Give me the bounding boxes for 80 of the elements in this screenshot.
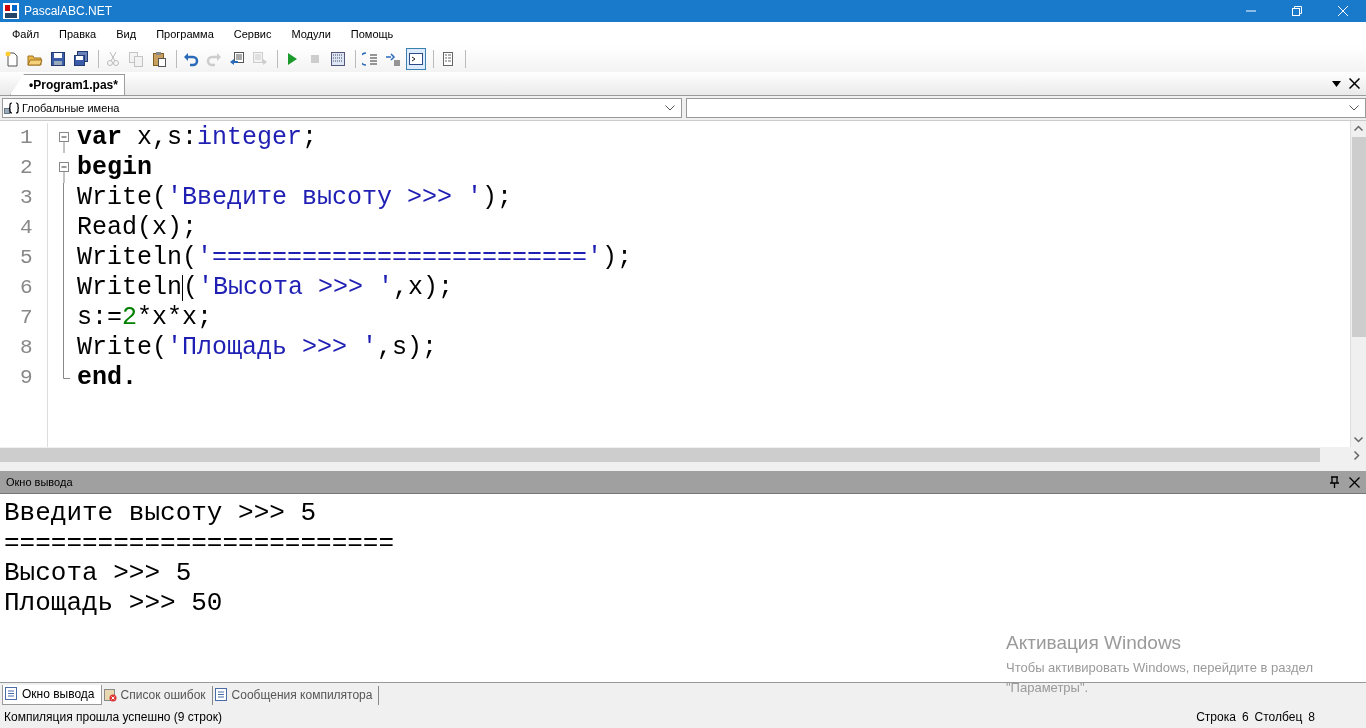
form-list-icon bbox=[440, 51, 456, 67]
undo-icon bbox=[183, 51, 199, 67]
code-line: Write('Введите высоту >>> '); bbox=[77, 183, 514, 213]
member-dropdown[interactable] bbox=[686, 98, 1366, 118]
scroll-down-icon[interactable] bbox=[1354, 437, 1363, 443]
vertical-scrollbar[interactable] bbox=[1350, 121, 1366, 447]
document-lines-icon bbox=[5, 687, 18, 701]
menu-item[interactable]: Помощь bbox=[342, 28, 402, 40]
line-number: 5 bbox=[20, 245, 34, 271]
scroll-up-icon[interactable] bbox=[1354, 125, 1363, 131]
row-label: Строка bbox=[1196, 709, 1236, 724]
menu-item[interactable]: Сервис bbox=[225, 28, 280, 40]
braces-icon bbox=[4, 101, 20, 115]
fold-end-marker bbox=[63, 363, 70, 379]
document-lines-icon bbox=[214, 688, 228, 702]
scrollbar-thumb[interactable] bbox=[1351, 137, 1366, 337]
code-line: var x,s:integer; bbox=[77, 123, 319, 153]
restore-icon bbox=[1292, 6, 1302, 16]
document-arrow-right-icon bbox=[252, 51, 268, 67]
menu-item[interactable]: Вид bbox=[108, 28, 145, 40]
output-line: Площадь >>> 50 bbox=[4, 588, 224, 618]
line-number: 1 bbox=[20, 125, 34, 151]
output-line: Высота >>> 5 bbox=[4, 558, 193, 588]
line-number: 2 bbox=[20, 155, 34, 181]
close-icon[interactable] bbox=[1349, 78, 1360, 89]
clipboard-error-icon bbox=[103, 688, 117, 702]
clipboard-icon bbox=[151, 51, 167, 67]
code-line: Writeln('Высота >>> ',x); bbox=[77, 273, 455, 303]
close-icon bbox=[1338, 6, 1348, 16]
copy-icon bbox=[128, 51, 144, 67]
menu-item[interactable]: Программа bbox=[148, 28, 222, 40]
chevron-down-icon bbox=[1349, 105, 1359, 111]
activation-text: Чтобы активировать Windows, перейдите в раздел "Параметры". bbox=[1006, 659, 1314, 697]
panel-tab[interactable]: Сообщения компилятора bbox=[212, 686, 380, 705]
output-line: Введите высоту >>> 5 bbox=[4, 498, 318, 528]
code-line: end. bbox=[77, 363, 138, 393]
step-into-icon bbox=[362, 51, 378, 67]
panel-tab[interactable]: Список ошибок bbox=[101, 686, 213, 705]
app-logo-icon bbox=[3, 3, 19, 19]
document-tab[interactable]: •Program1.pas* bbox=[10, 74, 125, 95]
code-line: Writeln('========================='); bbox=[77, 243, 633, 273]
floppy-disks-icon bbox=[73, 51, 89, 67]
document-arrow-left-icon bbox=[229, 51, 245, 67]
dropdown-arrow-icon[interactable] bbox=[1332, 80, 1341, 87]
redo-icon bbox=[206, 51, 222, 67]
new-file-icon bbox=[4, 51, 20, 67]
line-number: 7 bbox=[20, 305, 34, 331]
scope-dropdown[interactable]: Глобальные имена bbox=[2, 98, 682, 118]
code-line: begin bbox=[77, 153, 153, 183]
menu-item[interactable]: Файл bbox=[4, 28, 48, 40]
scrollbar-thumb[interactable] bbox=[0, 448, 1320, 462]
code-line: Write('Площадь >>> ',s); bbox=[77, 333, 439, 363]
window-title: PascalABC.NET bbox=[24, 4, 114, 18]
dropdown-value: Глобальные имена bbox=[22, 102, 120, 114]
column-value: 8 bbox=[1308, 709, 1315, 724]
chevron-down-icon bbox=[665, 105, 675, 111]
code-line: s:=2*x*x; bbox=[77, 303, 214, 333]
activation-title: Активация Windows bbox=[1006, 632, 1183, 654]
line-number: 9 bbox=[20, 365, 34, 391]
code-line: Read(x); bbox=[77, 213, 199, 243]
menu-item[interactable]: Правка bbox=[51, 28, 105, 40]
line-number: 4 bbox=[20, 215, 34, 241]
panel-tab[interactable]: Окно вывода bbox=[2, 685, 102, 705]
column-label: Столбец bbox=[1254, 709, 1303, 724]
line-number: 8 bbox=[20, 335, 34, 361]
line-number: 3 bbox=[20, 185, 34, 211]
scissors-icon bbox=[105, 51, 121, 67]
status-message: Компиляция прошла успешно (9 строк) bbox=[4, 709, 222, 724]
menu-item[interactable]: Модули bbox=[283, 28, 339, 40]
panel-title: Окно вывода bbox=[6, 476, 73, 488]
console-window-button[interactable] bbox=[406, 48, 426, 70]
output-line: ========================= bbox=[4, 528, 396, 558]
close-icon[interactable] bbox=[1349, 476, 1360, 488]
scroll-right-icon[interactable] bbox=[1354, 450, 1360, 460]
step-over-icon bbox=[385, 51, 401, 67]
grid-window-icon bbox=[330, 51, 346, 67]
console-window-icon bbox=[408, 51, 424, 67]
row-value: 6 bbox=[1241, 709, 1249, 724]
line-number: 6 bbox=[20, 275, 34, 301]
pin-icon[interactable] bbox=[1330, 476, 1339, 488]
